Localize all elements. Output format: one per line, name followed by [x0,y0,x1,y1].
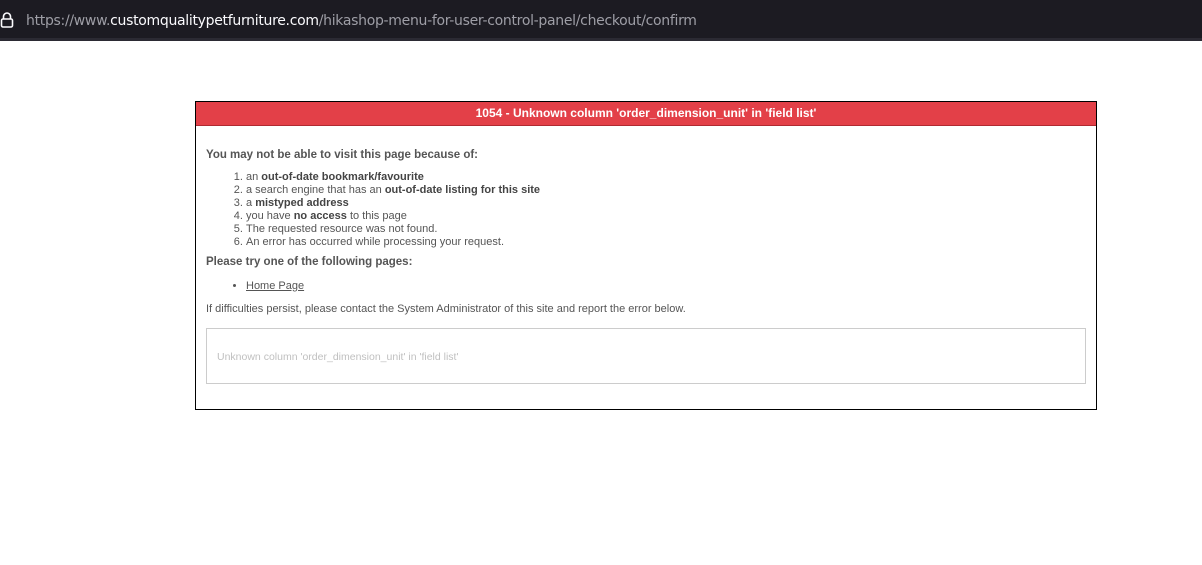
reason-item: an out-of-date bookmark/favourite [246,171,1086,184]
error-detail-box: Unknown column 'order_dimension_unit' in… [206,328,1086,384]
reason-item: you have no access to this page [246,210,1086,223]
reason-item: a mistyped address [246,197,1086,210]
try-heading: Please try one of the following pages: [206,256,413,268]
reason-item: The requested resource was not found. [246,223,1086,236]
persist-message: If difficulties persist, please contact … [206,303,686,315]
error-panel: 1054 - Unknown column 'order_dimension_u… [195,101,1097,410]
url-path: /hikashop-menu-for-user-control-panel/ch… [318,13,697,29]
list-item: Home Page [246,280,1086,293]
browser-address-bar[interactable]: https://www.customqualitypetfurniture.co… [0,0,1202,41]
reasons-list: an out-of-date bookmark/favourite a sear… [206,171,1086,249]
error-title: 1054 - Unknown column 'order_dimension_u… [196,102,1096,126]
url-prefix: https://www. [26,13,111,29]
url-text[interactable]: https://www.customqualitypetfurniture.co… [26,12,697,30]
reason-item: a search engine that has an out-of-date … [246,184,1086,197]
home-page-link[interactable]: Home Page [246,280,304,292]
error-body: You may not be able to visit this page b… [196,148,1096,316]
lock-icon[interactable] [0,12,14,28]
pages-list: Home Page [206,280,1086,293]
reason-item: An error has occurred while processing y… [246,236,1086,249]
reasons-heading: You may not be able to visit this page b… [206,149,479,161]
url-domain: customqualitypetfurniture.com [110,13,319,29]
